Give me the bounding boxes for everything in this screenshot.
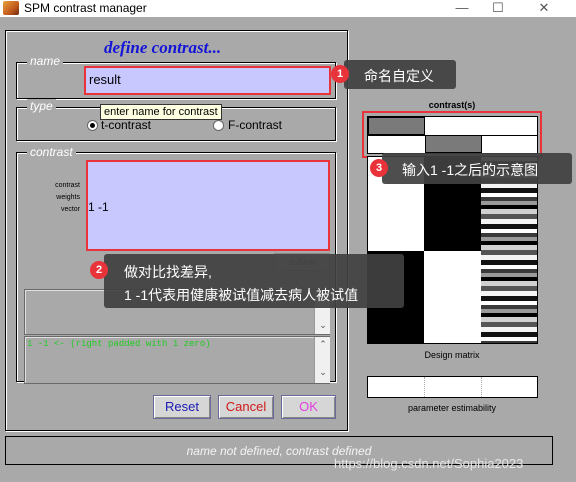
matlab-icon — [3, 1, 19, 15]
f-contrast-label: F-contrast — [228, 118, 283, 132]
contrast-highlight-box — [362, 111, 542, 158]
dm-col2-bottom — [424, 251, 481, 343]
weights-label-line: weights — [56, 194, 80, 201]
annotation-3-badge: 3 — [370, 159, 388, 177]
watermark: https://blog.csdn.net/Sophia2023 — [334, 456, 524, 471]
annotation-2-badge: 2 — [90, 261, 108, 279]
design-matrix-caption: Design matrix — [424, 350, 480, 360]
t-contrast-label: t-contrast — [101, 118, 152, 132]
scroll-down-icon[interactable]: ⌄ — [315, 320, 331, 331]
estimability-caption: parameter estimability — [407, 403, 497, 413]
annotation-3: 输入1 -1之后的示意图 — [382, 153, 572, 184]
close-button[interactable]: ✕ — [522, 0, 566, 17]
window-title: SPM contrast manager — [24, 1, 147, 15]
name-input[interactable]: result — [84, 66, 331, 95]
t-contrast-radio[interactable] — [87, 120, 98, 131]
weights-label-line: vector — [60, 206, 80, 213]
name-tooltip: enter name for contrast — [100, 104, 222, 120]
weights-input[interactable]: 1 -1 — [86, 160, 330, 251]
contrast-list-status[interactable]: 1 -1 <- (right padded with 1 zero) ⌃ ⌄ — [24, 336, 330, 384]
weights-label: contrast weights vector — [40, 180, 80, 216]
estimability-divider — [424, 377, 425, 397]
ok-button[interactable]: OK — [281, 395, 336, 419]
maximize-button[interactable]: ☐ — [476, 0, 520, 17]
annotation-2: 做对比找差异, 1 -1代表用健康被试值减去病人被试值 — [104, 254, 404, 308]
reset-button[interactable]: Reset — [153, 395, 211, 419]
scrollbar[interactable]: ⌃ ⌄ — [314, 337, 330, 383]
title-bar: SPM contrast manager — ☐ ✕ — [0, 0, 576, 17]
estimability-divider — [481, 377, 482, 397]
scroll-down-icon[interactable]: ⌄ — [315, 367, 331, 378]
annotation-3-text: 输入1 -1之后的示意图 — [402, 162, 539, 178]
annotation-1-badge: 1 — [331, 65, 349, 83]
type-legend: type — [27, 99, 56, 113]
annotation-1: 命名自定义 — [344, 60, 456, 89]
design-matrix — [367, 156, 538, 344]
annotation-2-line2: 1 -1代表用健康被试值减去病人被试值 — [124, 287, 359, 303]
status-line: 1 -1 <- (right padded with 1 zero) — [27, 339, 211, 349]
annotation-2-line1: 做对比找差异, — [124, 264, 212, 280]
weights-label-line: contrast — [55, 182, 80, 189]
dm-covariate-column — [481, 157, 537, 343]
contrast-legend: contrast — [27, 145, 76, 159]
estimability-bar — [367, 376, 538, 398]
page-title: define contrast... — [104, 38, 222, 57]
cancel-button[interactable]: Cancel — [218, 395, 274, 419]
annotation-1-text: 命名自定义 — [364, 68, 434, 84]
scroll-up-icon[interactable]: ⌃ — [315, 339, 331, 350]
contrasts-heading: contrast(s) — [428, 100, 476, 110]
f-contrast-radio[interactable] — [213, 120, 224, 131]
name-legend: name — [27, 54, 64, 68]
